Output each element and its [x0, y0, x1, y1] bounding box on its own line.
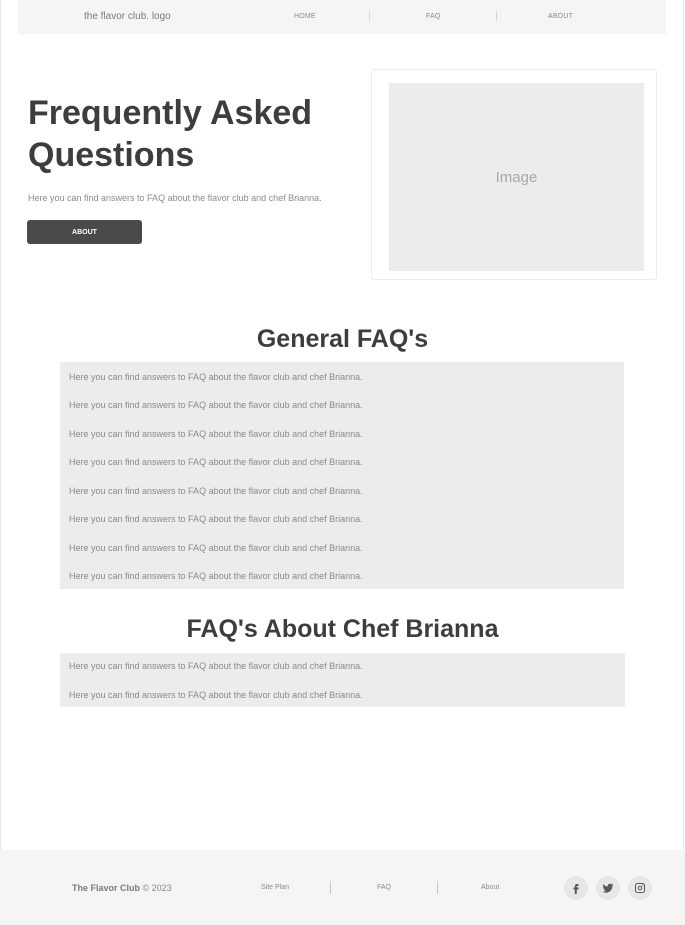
footer-divider [437, 881, 438, 894]
site-footer: The Flavor Club © 2023 Site Plan FAQ Abo… [0, 850, 685, 925]
footer-brand-name: The Flavor Club [72, 883, 141, 893]
footer-copyright: © 2023 [142, 883, 172, 893]
faq-item[interactable]: Here you can find answers to FAQ about t… [69, 514, 363, 524]
faq-item[interactable]: Here you can find answers to FAQ about t… [69, 400, 363, 410]
site-header: the flavor club. logo HOME FAQ ABOUT [18, 0, 666, 34]
site-logo[interactable]: the flavor club. logo [84, 11, 171, 22]
footer-link-faq[interactable]: FAQ [377, 884, 391, 891]
about-button[interactable]: ABOUT [27, 220, 142, 244]
twitter-icon[interactable] [596, 876, 620, 900]
faq-item[interactable]: Here you can find answers to FAQ about t… [69, 543, 363, 553]
footer-link-about[interactable]: About [481, 884, 499, 891]
page-title: Frequently Asked Questions [28, 94, 313, 174]
nav-divider [369, 11, 370, 21]
footer-brand: The Flavor Club © 2023 [72, 883, 172, 893]
general-faq-list: Here you can find answers to FAQ about t… [60, 362, 624, 589]
chef-faq-list: Here you can find answers to FAQ about t… [60, 653, 625, 707]
chef-faq-title: FAQ's About Chef Brianna [186, 615, 499, 643]
footer-link-site-plan[interactable]: Site Plan [261, 884, 289, 891]
instagram-icon[interactable] [628, 876, 652, 900]
faq-item[interactable]: Here you can find answers to FAQ about t… [69, 661, 363, 671]
hero-subtitle: Here you can find answers to FAQ about t… [28, 193, 322, 203]
hero-image-card: Image [371, 69, 657, 280]
faq-item[interactable]: Here you can find answers to FAQ about t… [69, 690, 363, 700]
faq-item[interactable]: Here you can find answers to FAQ about t… [69, 486, 363, 496]
nav-about[interactable]: ABOUT [548, 13, 573, 20]
nav-faq[interactable]: FAQ [426, 13, 441, 20]
general-faq-title: General FAQ's [256, 325, 429, 353]
footer-divider [330, 881, 331, 894]
nav-divider [496, 11, 497, 21]
faq-item[interactable]: Here you can find answers to FAQ about t… [69, 429, 363, 439]
faq-item[interactable]: Here you can find answers to FAQ about t… [69, 372, 363, 382]
nav-home[interactable]: HOME [294, 13, 316, 20]
image-placeholder: Image [389, 83, 644, 271]
faq-item[interactable]: Here you can find answers to FAQ about t… [69, 571, 363, 581]
faq-item[interactable]: Here you can find answers to FAQ about t… [69, 457, 363, 467]
facebook-icon[interactable] [564, 876, 588, 900]
